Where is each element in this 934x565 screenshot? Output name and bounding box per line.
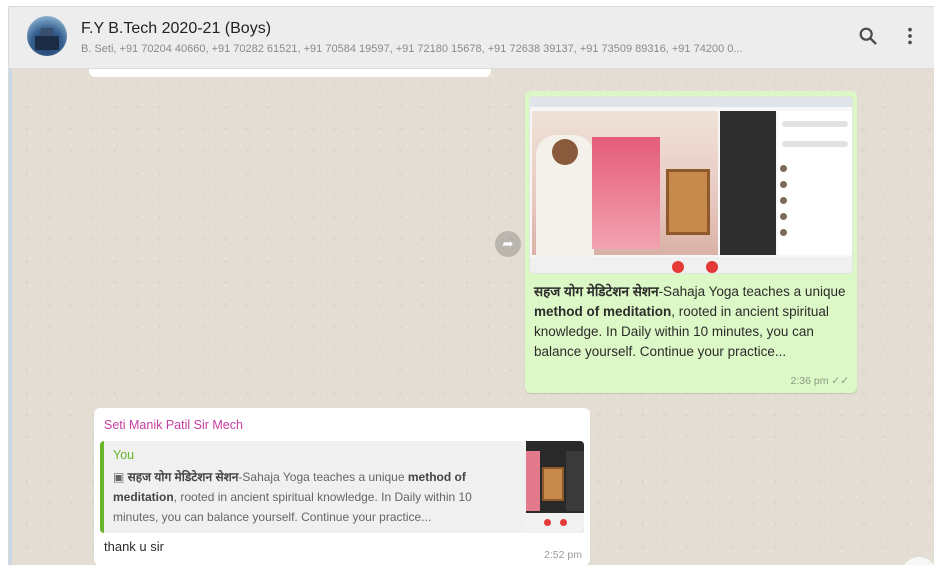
reply-text: thank u sir — [104, 539, 164, 554]
message-time: 2:52 pm — [544, 549, 582, 561]
whatsapp-window: F.Y B.Tech 2020-21 (Boys) B. Seti, +91 7… — [8, 6, 934, 565]
mic-off-icon — [672, 261, 684, 273]
browser-bar — [530, 97, 852, 107]
avatar-building-top — [41, 28, 53, 36]
video-feed — [532, 111, 718, 259]
participant-dot — [780, 165, 787, 172]
message-bold-text: method of meditation — [534, 304, 672, 319]
quoted-devanagari: सहज योग मेडिटेशन सेशन — [127, 470, 239, 484]
quoted-author: You — [113, 448, 135, 462]
kebab-menu-icon[interactable] — [899, 25, 921, 47]
participant-dot — [780, 213, 787, 220]
message-text-part: -Sahaja Yoga teaches a unique — [658, 284, 846, 299]
camera-off-icon — [706, 261, 718, 273]
double-check-icon: ✓✓ — [831, 375, 849, 387]
thumb-bar — [526, 513, 584, 533]
previous-message-edge — [89, 69, 491, 77]
sender-name[interactable]: Seti Manik Patil Sir Mech — [104, 418, 243, 432]
message-time: 2:36 pm — [790, 375, 829, 387]
group-avatar[interactable] — [27, 16, 67, 56]
outgoing-message-text: सहज योग मेडिटेशन सेशन-Sahaja Yoga teache… — [534, 282, 852, 362]
quoted-text-part: -Sahaja Yoga teaches a unique — [238, 470, 408, 484]
meeting-screenshot-image[interactable] — [529, 96, 853, 274]
chat-area[interactable]: ➦ सहज योग मेडिटेशन सेशन-Sahaja Yoga teac… — [9, 69, 934, 565]
devanagari-title: सहज योग मेडिटेशन सेशन — [534, 284, 659, 299]
quoted-thumbnail — [526, 441, 584, 533]
participant-dot — [780, 181, 787, 188]
participants-panel — [778, 111, 852, 255]
poster — [592, 137, 660, 249]
participant-dot — [780, 229, 787, 236]
thumb-control — [560, 519, 567, 526]
meeting-controls-bar — [530, 257, 852, 273]
quoted-message[interactable]: You ▣ सहज योग मेडिटेशन सेशन-Sahaja Yoga … — [100, 441, 584, 533]
panel-row — [782, 121, 848, 127]
presenter-head — [552, 139, 578, 165]
thumb-poster — [526, 451, 540, 511]
avatar-building — [35, 36, 59, 50]
panel-divider — [9, 69, 12, 565]
thumb-tiles — [566, 451, 584, 511]
image-icon: ▣ — [113, 470, 128, 484]
chat-title[interactable]: F.Y B.Tech 2020-21 (Boys) — [81, 20, 271, 38]
panel-row — [782, 141, 848, 147]
outgoing-message[interactable]: सहज योग मेडिटेशन सेशन-Sahaja Yoga teache… — [525, 91, 857, 393]
scroll-down-button[interactable] — [901, 557, 934, 565]
presenter — [536, 135, 594, 259]
search-icon[interactable] — [857, 25, 879, 47]
chat-header[interactable]: F.Y B.Tech 2020-21 (Boys) B. Seti, +91 7… — [9, 7, 934, 69]
forward-icon[interactable]: ➦ — [495, 231, 521, 257]
framed-photo — [666, 169, 710, 235]
participant-dot — [780, 197, 787, 204]
chat-participants[interactable]: B. Seti, +91 70204 40660, +91 70282 6152… — [81, 43, 841, 55]
quoted-text: ▣ सहज योग मेडिटेशन सेशन-Sahaja Yoga teac… — [113, 467, 509, 527]
participant-tiles — [720, 111, 776, 255]
thumb-frame — [542, 467, 564, 501]
thumb-control — [544, 519, 551, 526]
outgoing-message-meta: 2:36 pm ✓✓ — [791, 375, 849, 387]
incoming-message[interactable]: Seti Manik Patil Sir Mech You ▣ सहज योग … — [94, 408, 590, 565]
